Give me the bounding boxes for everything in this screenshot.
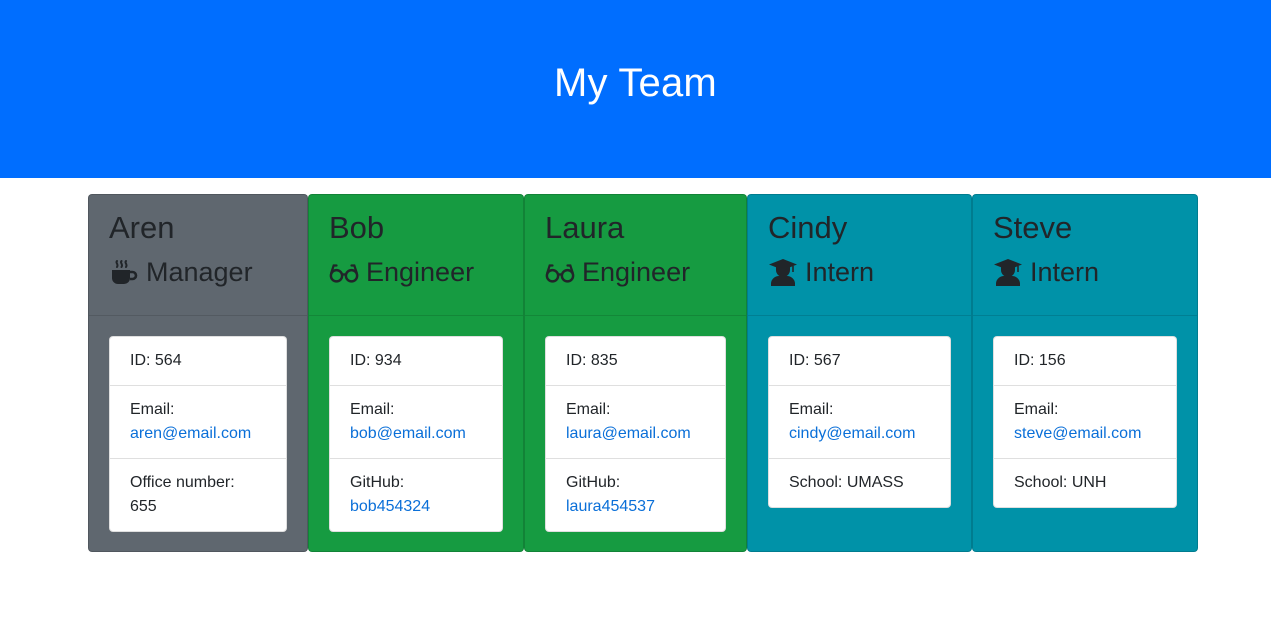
email-label: Email: (1014, 401, 1059, 418)
details-list: ID: 835 Email: laura@email.com GitHub: l… (545, 336, 726, 532)
employee-role: Intern (768, 255, 951, 289)
card-body: ID: 835 Email: laura@email.com GitHub: l… (525, 316, 746, 551)
email-item: Email: aren@email.com (110, 385, 286, 458)
role-label: Intern (805, 257, 875, 287)
school-item: School: UNH (994, 458, 1176, 507)
employee-card: Aren Manager ID: 564 Email: aren@email.c… (88, 194, 308, 552)
email-label: Email: (566, 401, 611, 418)
details-list: ID: 156 Email: steve@email.com School: U… (993, 336, 1177, 508)
page-title: My Team (554, 60, 717, 105)
details-list: ID: 567 Email: cindy@email.com School: U… (768, 336, 951, 508)
employee-role: Intern (993, 255, 1177, 289)
details-list: ID: 934 Email: bob@email.com GitHub: bob… (329, 336, 503, 532)
employee-name: Cindy (768, 210, 848, 245)
employee-card: Steve Intern ID: 156 Email: steve@email.… (972, 194, 1198, 552)
github-label: GitHub: (350, 474, 405, 491)
card-header: Cindy Intern (748, 195, 971, 316)
role-label: Engineer (366, 257, 475, 287)
page-header: My Team (0, 0, 1271, 178)
id-item: ID: 835 (566, 352, 618, 369)
id-item: ID: 564 (130, 352, 182, 369)
employee-name: Bob (329, 210, 385, 245)
github-link[interactable]: bob454324 (350, 495, 482, 519)
employee-role: Manager (109, 255, 287, 289)
office-number-label: Office number: (130, 474, 235, 491)
glasses-icon (545, 257, 575, 287)
card-body: ID: 156 Email: steve@email.com School: U… (973, 316, 1197, 528)
github-item: GitHub: laura454537 (546, 458, 725, 531)
email-label: Email: (350, 401, 395, 418)
employee-card: Bob Engineer ID: 934 Email: bob@email.co… (308, 194, 524, 552)
employee-card: Laura Engineer ID: 835 Email: laura@emai… (524, 194, 747, 552)
card-body: ID: 934 Email: bob@email.com GitHub: bob… (309, 316, 523, 551)
card-header: Steve Intern (973, 195, 1197, 316)
email-link[interactable]: laura@email.com (566, 422, 705, 446)
glasses-icon (329, 257, 359, 287)
office-number-item: Office number: 655 (110, 458, 286, 531)
employee-card: Cindy Intern ID: 567 Email: cindy@email.… (747, 194, 972, 552)
email-link[interactable]: cindy@email.com (789, 422, 930, 446)
email-item: Email: bob@email.com (330, 385, 502, 458)
employee-name: Aren (109, 210, 175, 245)
graduate-icon (993, 257, 1023, 287)
employee-role: Engineer (545, 255, 726, 289)
email-item: Email: steve@email.com (994, 385, 1176, 458)
github-label: GitHub: (566, 474, 621, 491)
coffee-icon (109, 257, 139, 287)
card-header: Aren Manager (89, 195, 307, 316)
id-item: ID: 567 (789, 352, 841, 369)
office-number-value: 655 (130, 498, 157, 515)
github-link[interactable]: laura454537 (566, 495, 705, 519)
card-header: Bob Engineer (309, 195, 523, 316)
graduate-icon (768, 257, 798, 287)
school-item: School: UMASS (769, 458, 950, 507)
email-item: Email: cindy@email.com (769, 385, 950, 458)
id-item: ID: 934 (350, 352, 402, 369)
employee-name: Steve (993, 210, 1073, 245)
email-link[interactable]: steve@email.com (1014, 422, 1156, 446)
role-label: Manager (146, 257, 253, 287)
employee-role: Engineer (329, 255, 503, 289)
id-item: ID: 156 (1014, 352, 1066, 369)
email-link[interactable]: aren@email.com (130, 422, 266, 446)
email-label: Email: (130, 401, 175, 418)
github-item: GitHub: bob454324 (330, 458, 502, 531)
employee-name: Laura (545, 210, 625, 245)
email-link[interactable]: bob@email.com (350, 422, 482, 446)
card-header: Laura Engineer (525, 195, 746, 316)
card-body: ID: 567 Email: cindy@email.com School: U… (748, 316, 971, 528)
email-item: Email: laura@email.com (546, 385, 725, 458)
role-label: Engineer (582, 257, 691, 287)
details-list: ID: 564 Email: aren@email.com Office num… (109, 336, 287, 532)
card-body: ID: 564 Email: aren@email.com Office num… (89, 316, 307, 551)
role-label: Intern (1030, 257, 1100, 287)
email-label: Email: (789, 401, 834, 418)
